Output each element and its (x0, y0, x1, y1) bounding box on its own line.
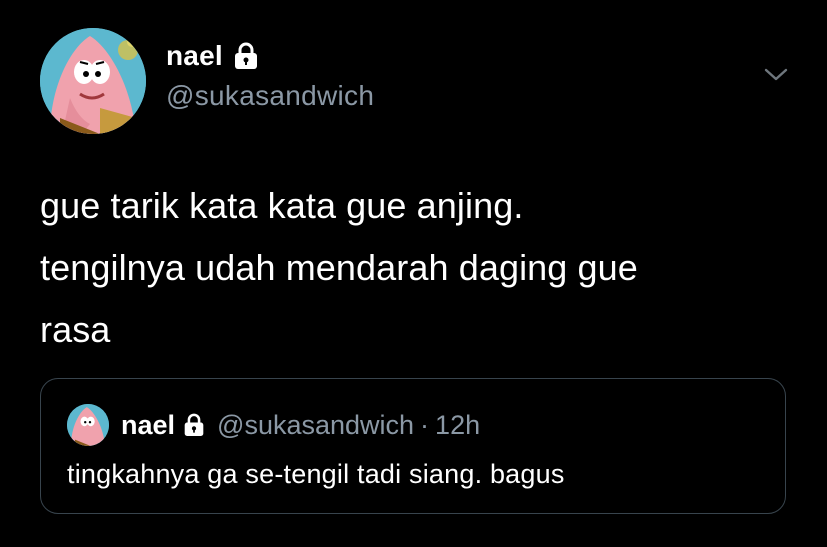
lock-icon (183, 413, 205, 437)
quoted-author-handle[interactable]: @sukasandwich (217, 410, 414, 441)
author-name-row[interactable]: nael (166, 40, 259, 72)
author-avatar[interactable] (40, 28, 146, 134)
tweet-text: gue tarik kata kata gue anjing. tengilny… (40, 185, 638, 350)
quoted-tweet-text: tingkahnya ga se-tengil tadi siang. bagu… (67, 459, 565, 489)
quoted-author-avatar[interactable] (67, 404, 109, 446)
dot-separator: · (420, 409, 430, 440)
patrick-star-avatar-image (67, 404, 109, 446)
quoted-tweet-time[interactable]: 12h (435, 410, 480, 441)
quoted-tweet-card[interactable]: nael @sukasandwich · 12h tingkahnya ga s… (40, 378, 786, 514)
lock-icon (233, 42, 259, 70)
quoted-author-display-name[interactable]: nael (121, 410, 175, 441)
author-handle[interactable]: @sukasandwich (166, 80, 374, 112)
chevron-down-icon[interactable] (763, 64, 789, 86)
quoted-tweet-header: nael @sukasandwich · 12h (67, 403, 480, 447)
patrick-star-avatar-image (40, 28, 146, 134)
author-display-name[interactable]: nael (166, 40, 223, 72)
